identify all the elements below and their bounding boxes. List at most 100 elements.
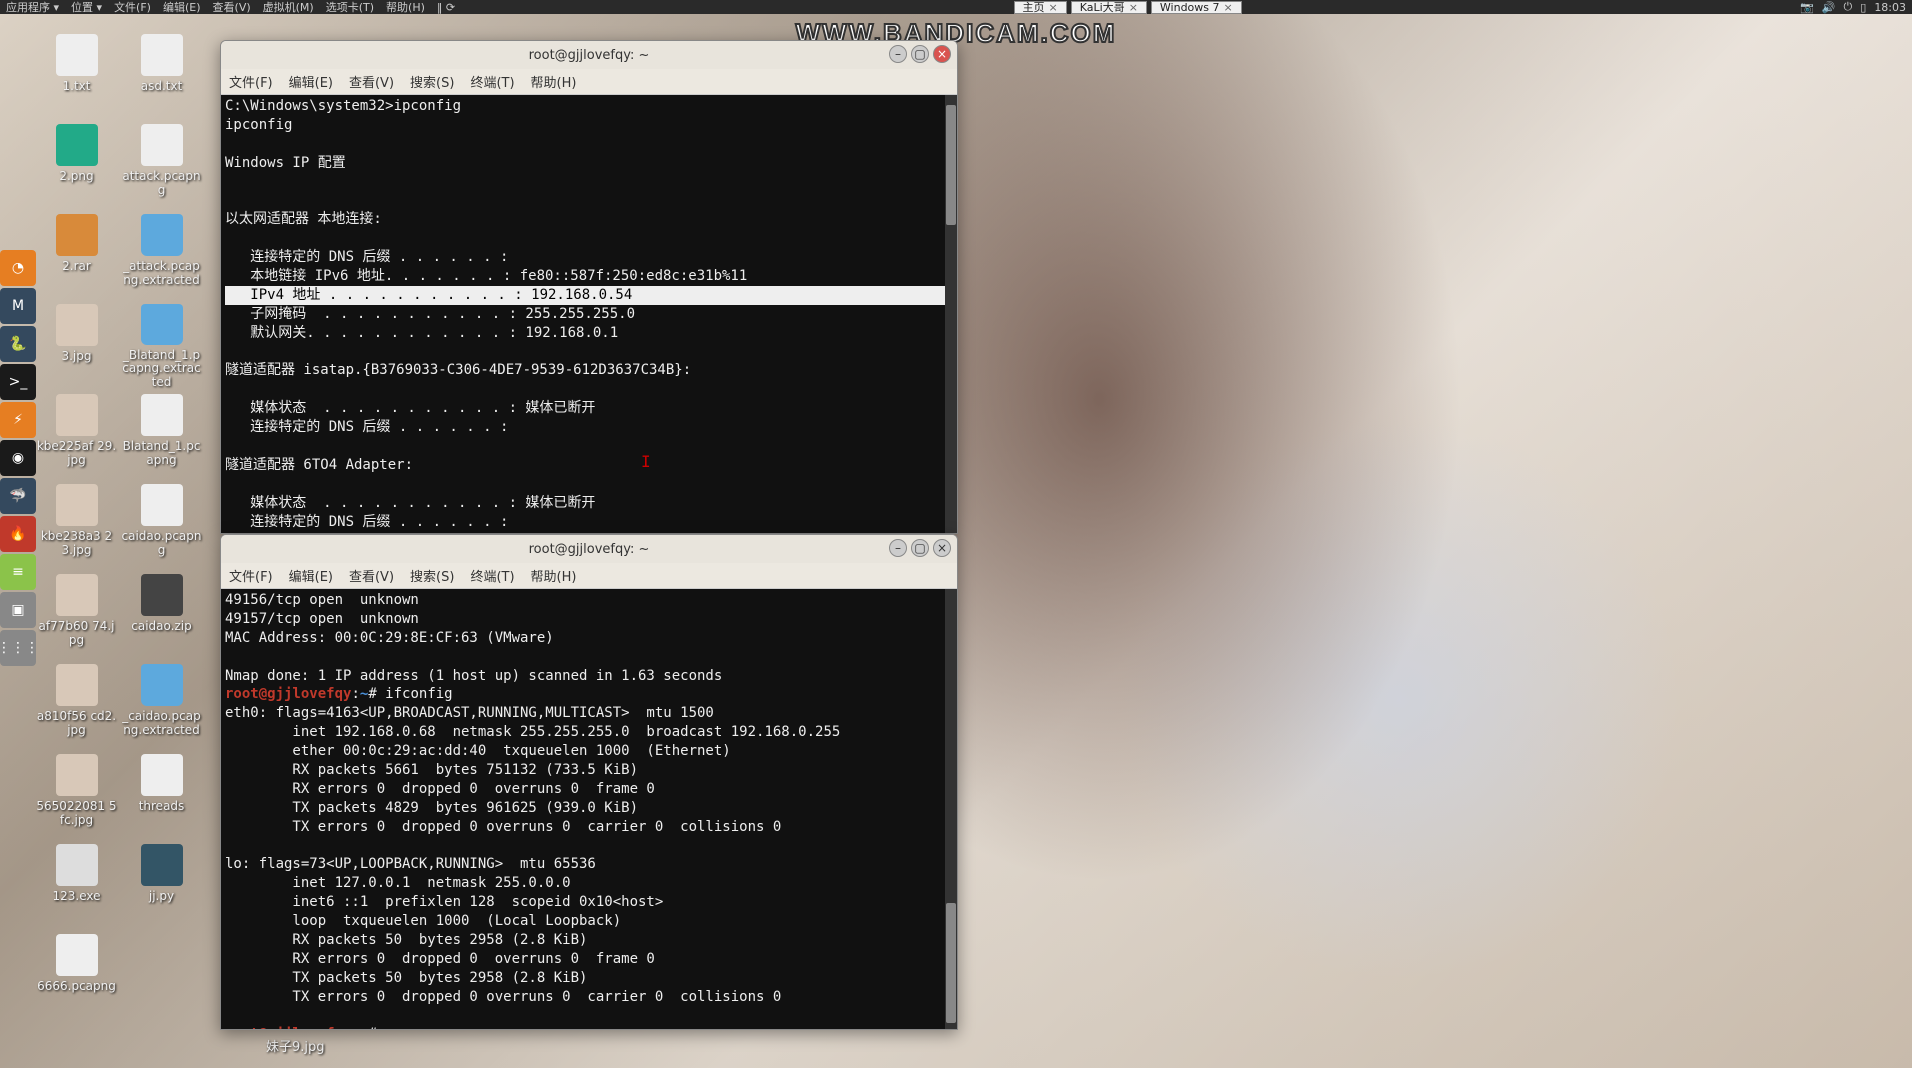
snake-icon[interactable]: 🐍 [0, 326, 36, 362]
tab-home[interactable]: 主页× [1014, 1, 1067, 14]
clock[interactable]: 18:03 [1874, 1, 1906, 14]
close-button[interactable]: × [933, 539, 951, 557]
desktop-icon[interactable]: kbe238a3 23.jpg [34, 480, 119, 570]
recorder-icon[interactable]: ▣ [0, 592, 36, 628]
menu-vm[interactable]: 虚拟机(M) [263, 0, 314, 15]
close-icon[interactable]: × [1129, 1, 1138, 14]
tab-kali[interactable]: KaLi大哥× [1071, 1, 1147, 14]
text-cursor-icon: I [641, 451, 651, 473]
tm-file[interactable]: 文件(F) [229, 566, 273, 585]
desktop-icon[interactable]: attack.pcapng [119, 120, 204, 210]
titlebar[interactable]: root@gjjlovefqy: ~ – ▢ × [221, 41, 957, 69]
file-icon [56, 394, 98, 436]
desktop-icon[interactable]: 6666.pcapng [34, 930, 119, 1020]
fire-icon[interactable]: 🔥 [0, 516, 36, 552]
menu-help[interactable]: 帮助(H) [386, 0, 425, 15]
scrollbar-thumb[interactable] [946, 903, 956, 1023]
battery-icon[interactable]: ▯ [1860, 1, 1866, 14]
term-text: eth0: flags=4163<UP,BROADCAST,RUNNING,MU… [225, 705, 840, 1004]
menu-edit[interactable]: 编辑(E) [163, 0, 201, 15]
file-label: 2.rar [62, 260, 91, 274]
desktop-icon[interactable]: Blatand_1.pcapng [119, 390, 204, 480]
power-icon[interactable]: ⏻ [1844, 0, 1853, 14]
tm-edit[interactable]: 编辑(E) [289, 72, 333, 91]
grid-icon[interactable]: ⋮⋮⋮ [0, 630, 36, 666]
desktop-icon[interactable]: asd.txt [119, 30, 204, 120]
camera-icon[interactable]: 📷 [1800, 1, 1814, 14]
terminal-output[interactable]: 49156/tcp open unknown 49157/tcp open un… [221, 589, 957, 1029]
tm-view[interactable]: 查看(V) [349, 72, 394, 91]
volume-icon[interactable]: 🔊 [1822, 1, 1836, 14]
menu-view[interactable]: 查看(V) [213, 0, 251, 15]
close-button[interactable]: × [933, 45, 951, 63]
desktop-icon[interactable]: _attack.pcapng.extracted [119, 210, 204, 300]
desktop-icon[interactable]: 123.exe [34, 840, 119, 930]
tm-file[interactable]: 文件(F) [229, 72, 273, 91]
obs-icon[interactable]: ◉ [0, 440, 36, 476]
file-icon [141, 484, 183, 526]
file-label: 3.jpg [61, 350, 91, 364]
term-text: 49156/tcp open unknown 49157/tcp open un… [225, 592, 722, 684]
menu-file[interactable]: 文件(F) [114, 0, 151, 15]
notes-icon[interactable]: ≡ [0, 554, 36, 590]
desktop-icon[interactable]: a810f56 cd2.jpg [34, 660, 119, 750]
file-label: 1.txt [63, 80, 91, 94]
vm-tabs: 主页× KaLi大哥× Windows 7× [1014, 1, 1242, 14]
desktop-icon[interactable]: caidao.pcapng [119, 480, 204, 570]
file-label: attack.pcapng [121, 170, 203, 198]
menu-places[interactable]: 位置 ▾ [71, 0, 102, 15]
close-icon[interactable]: × [1224, 1, 1233, 14]
prompt-cmd: # ▯ [368, 1026, 393, 1029]
terminal-output[interactable]: C:\Windows\system32>ipconfig ipconfig Wi… [221, 95, 957, 533]
desktop-icon[interactable]: 565022081 5fc.jpg [34, 750, 119, 840]
shield-icon[interactable]: M [0, 288, 36, 324]
system-tray: 📷 🔊 ⏻ ▯ 18:03 [1800, 0, 1906, 14]
bolt-icon[interactable]: ⚡ [0, 402, 36, 438]
terminal-window-ipconfig[interactable]: root@gjjlovefqy: ~ – ▢ × 文件(F) 编辑(E) 查看(… [220, 40, 958, 534]
maximize-button[interactable]: ▢ [911, 45, 929, 63]
tm-help[interactable]: 帮助(H) [531, 72, 577, 91]
ubuntu-icon[interactable]: ◔ [0, 250, 36, 286]
file-label: _Blatand_1.pcapng.extracted [121, 349, 203, 390]
terminal-window-ifconfig[interactable]: root@gjjlovefqy: ~ – ▢ × 文件(F) 编辑(E) 查看(… [220, 534, 958, 1030]
scrollbar[interactable] [945, 589, 957, 1029]
terminal-icon[interactable]: >_ [0, 364, 36, 400]
desktop-icon[interactable]: jj.py [119, 840, 204, 930]
file-label: asd.txt [141, 80, 183, 94]
titlebar[interactable]: root@gjjlovefqy: ~ – ▢ × [221, 535, 957, 563]
tm-terminal[interactable]: 终端(T) [470, 72, 514, 91]
scrollbar-thumb[interactable] [946, 105, 956, 225]
toolbar-controls[interactable]: ‖ ⟳ [437, 1, 455, 14]
tm-terminal[interactable]: 终端(T) [470, 566, 514, 585]
desktop-icon[interactable]: 2.png [34, 120, 119, 210]
desktop-icon[interactable]: threads [119, 750, 204, 840]
file-icon [141, 394, 183, 436]
maximize-button[interactable]: ▢ [911, 539, 929, 557]
tm-view[interactable]: 查看(V) [349, 566, 394, 585]
file-icon [141, 304, 183, 345]
prompt-cmd: # ifconfig [368, 686, 452, 702]
minimize-button[interactable]: – [889, 45, 907, 63]
tm-search[interactable]: 搜索(S) [410, 72, 454, 91]
desktop-icon[interactable]: af77b60 74.jpg [34, 570, 119, 660]
tm-edit[interactable]: 编辑(E) [289, 566, 333, 585]
menu-tab[interactable]: 选项卡(T) [326, 0, 374, 15]
scrollbar[interactable] [945, 95, 957, 533]
desktop-icon-label[interactable]: 妹子9.jpg [266, 1036, 325, 1055]
terminal-menubar: 文件(F) 编辑(E) 查看(V) 搜索(S) 终端(T) 帮助(H) [221, 69, 957, 95]
tab-win7[interactable]: Windows 7× [1151, 1, 1242, 14]
minimize-button[interactable]: – [889, 539, 907, 557]
close-icon[interactable]: × [1049, 1, 1058, 14]
tm-search[interactable]: 搜索(S) [410, 566, 454, 585]
desktop-icon[interactable]: caidao.zip [119, 570, 204, 660]
desktop-icon[interactable]: 3.jpg [34, 300, 119, 390]
desktop-icon[interactable]: 1.txt [34, 30, 119, 120]
desktop-icon[interactable]: _Blatand_1.pcapng.extracted [119, 300, 204, 390]
desktop-icon[interactable]: kbe225af 29.jpg [34, 390, 119, 480]
desktop-icon[interactable]: 2.rar [34, 210, 119, 300]
wireshark-icon[interactable]: 🦈 [0, 478, 36, 514]
desktop-icon[interactable]: _caidao.pcapng.extracted [119, 660, 204, 750]
menu-apps[interactable]: 应用程序 ▾ [6, 0, 59, 15]
tm-help[interactable]: 帮助(H) [531, 566, 577, 585]
file-icon [141, 844, 183, 886]
